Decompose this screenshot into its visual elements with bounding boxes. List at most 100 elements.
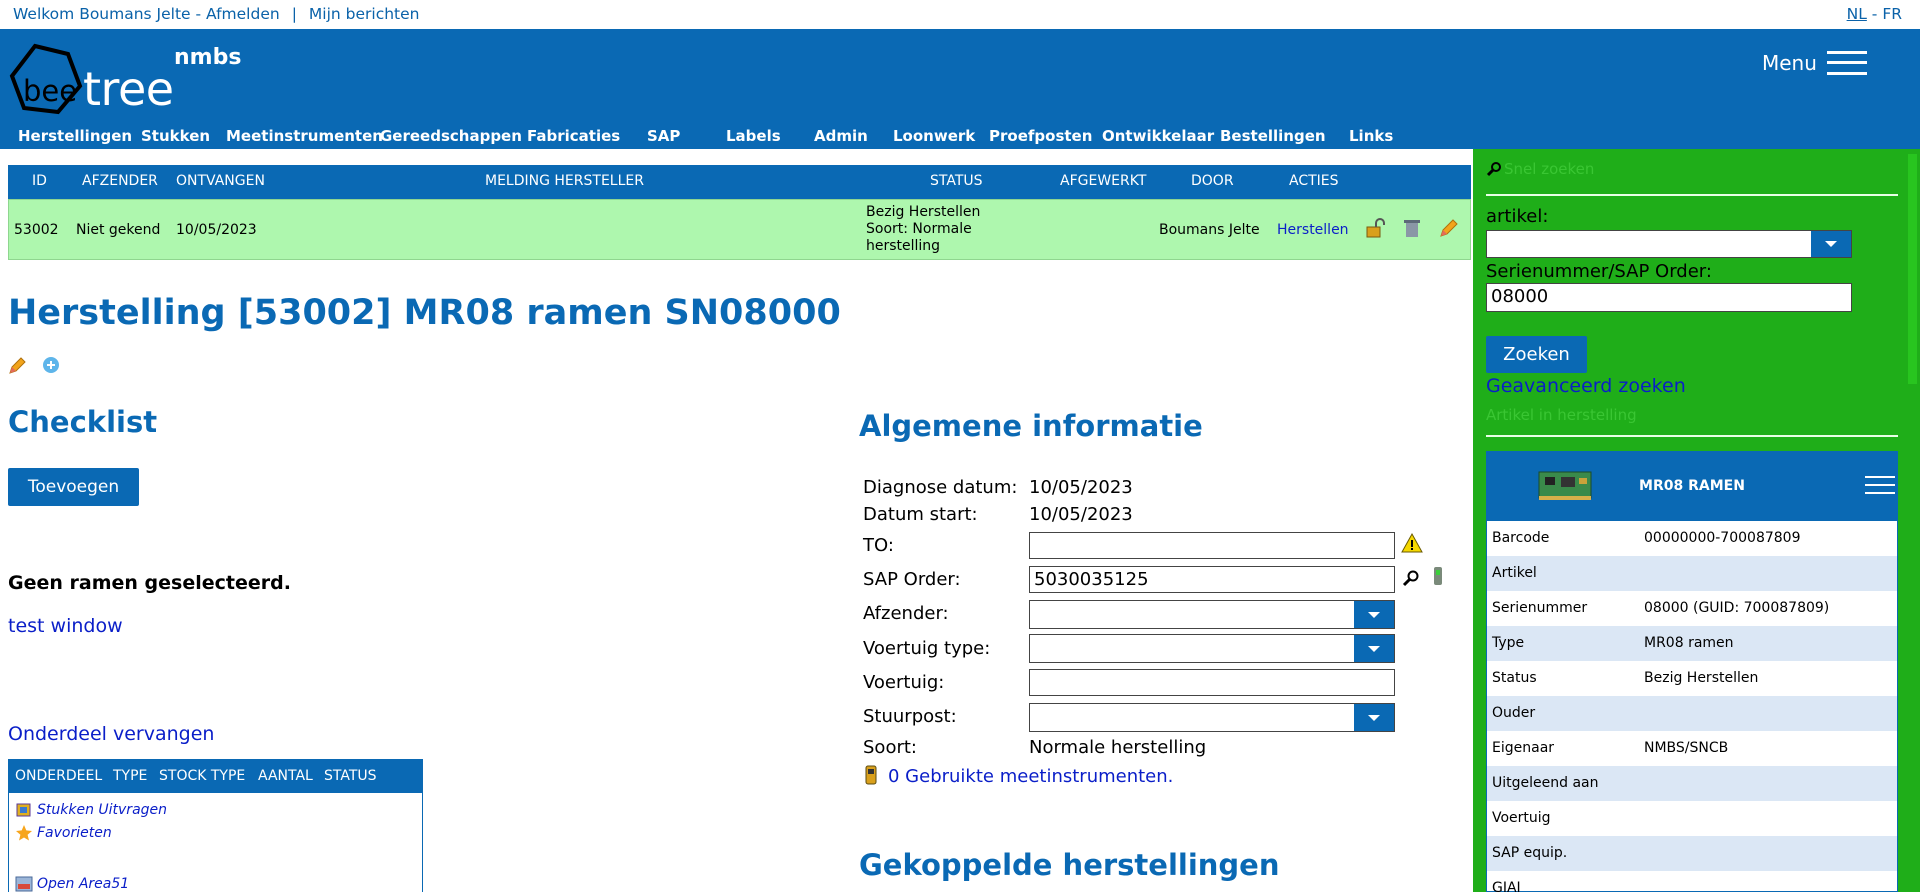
info-value: Bezig Herstellen — [1644, 670, 1759, 686]
toevoegen-button[interactable]: Toevoegen — [8, 468, 139, 506]
info-key: Status — [1492, 670, 1537, 686]
col-onderdeel: ONDERDEEL — [15, 768, 103, 784]
list-item[interactable]: Open Area51 — [15, 875, 129, 892]
info-row-artikel: Artikel — [1487, 556, 1897, 591]
scanner-icon[interactable] — [1431, 565, 1445, 587]
test-window-link[interactable]: test window — [8, 615, 123, 637]
user-links: Welkom Boumans Jelte - Afmelden | Mijn ber… — [13, 5, 420, 23]
nav-item-meetinstrumenten[interactable]: Meetinstrumenten — [226, 127, 383, 145]
warning-icon — [1401, 532, 1423, 553]
table-row: 53002 Niet gekend 10/05/2023 Bezig Herst… — [8, 199, 1471, 260]
geavanceerd-zoeken-link[interactable]: Geavanceerd zoeken — [1486, 375, 1686, 397]
page-title: Herstelling [53002] MR08 ramen SN08000 — [8, 293, 841, 333]
search-icon — [1486, 162, 1501, 177]
card-header: MR08 RAMEN — [1487, 452, 1897, 521]
unlock-icon[interactable] — [1364, 217, 1386, 239]
info-key: GIAI — [1492, 880, 1521, 892]
voertuig-input[interactable] — [1029, 669, 1395, 696]
col-stock-type: STOCK TYPE — [159, 768, 246, 784]
star-icon — [16, 825, 32, 841]
sap-order-label: SAP Order: — [863, 569, 961, 590]
nav-item-loonwerk[interactable]: Loonwerk — [893, 127, 975, 145]
info-row-ouder: Ouder — [1487, 696, 1897, 731]
to-input[interactable] — [1029, 532, 1395, 559]
onderdeel-vervangen-link[interactable]: Onderdeel vervangen — [8, 723, 214, 745]
meter-icon — [865, 765, 877, 785]
top-bar: Welkom Boumans Jelte - Afmelden | Mijn ber… — [0, 0, 1920, 29]
info-key: Artikel — [1492, 565, 1537, 581]
serienummer-input[interactable]: 08000 — [1486, 283, 1852, 312]
serienummer-label: Serienummer/SAP Order: — [1486, 261, 1712, 282]
voertuig-type-select[interactable] — [1029, 634, 1395, 663]
checklist-heading: Checklist — [8, 405, 158, 439]
language-switch: NL - FR — [1847, 5, 1902, 23]
artikel-select[interactable] — [1486, 230, 1852, 258]
messages-link[interactable]: Mijn berichten — [309, 5, 420, 23]
info-key: Serienummer — [1492, 600, 1588, 616]
stuurpost-select[interactable] — [1029, 703, 1395, 732]
card-menu-icon[interactable] — [1865, 474, 1895, 496]
lang-nl-link[interactable]: NL — [1847, 5, 1867, 23]
beetree-logo[interactable]: bee tree nmbs — [8, 42, 248, 122]
main-nav: Herstellingen Stukken Meetinstrumenten G… — [0, 127, 1470, 149]
nav-item-links[interactable]: Links — [1349, 127, 1393, 145]
info-row-status: Status Bezig Herstellen — [1487, 661, 1897, 696]
pencil-icon[interactable] — [1438, 217, 1460, 239]
info-value: NMBS/SNCB — [1644, 740, 1729, 756]
col-status: STATUS — [930, 173, 983, 189]
info-row-uitgeleend: Uitgeleend aan — [1487, 766, 1897, 801]
nav-item-bestellingen[interactable]: Bestellingen — [1220, 127, 1326, 145]
chevron-down-icon — [1354, 635, 1394, 662]
nav-item-sap[interactable]: SAP — [647, 127, 680, 145]
meetinstrumenten-link[interactable]: 0 Gebruikte meetinstrumenten. — [888, 766, 1173, 787]
search-icon[interactable] — [1402, 569, 1420, 587]
logo-nmbs-text: nmbs — [174, 45, 242, 70]
col-ontvangen: ONTVANGEN — [176, 173, 265, 189]
onderdeel-table-header: ONDERDEEL TYPE STOCK TYPE AANTAL STATUS — [8, 759, 423, 793]
info-value: 00000000-700087809 — [1644, 530, 1801, 546]
algemene-heading: Algemene informatie — [859, 409, 1203, 443]
start-label: Datum start: — [863, 504, 978, 525]
trash-icon[interactable] — [1401, 217, 1423, 239]
welcome-logout-link[interactable]: Welkom Boumans Jelte - Afmelden — [13, 5, 280, 23]
menu-button[interactable]: Menu — [1762, 46, 1867, 80]
nav-item-ontwikkelaar[interactable]: Ontwikkelaar — [1102, 127, 1214, 145]
voertuig-type-label: Voertuig type: — [863, 638, 991, 659]
info-key: Eigenaar — [1492, 740, 1555, 756]
nav-item-stukken[interactable]: Stukken — [141, 127, 210, 145]
nav-item-proefposten[interactable]: Proefposten — [989, 127, 1092, 145]
nav-item-gereedschappen[interactable]: Gereedschappen — [380, 127, 522, 145]
start-value: 10/05/2023 — [1029, 504, 1133, 525]
sidebar-scrollbar[interactable] — [1905, 149, 1920, 892]
quick-search[interactable]: Snel zoeken — [1486, 160, 1594, 178]
col-melding: MELDING HERSTELLER — [485, 173, 644, 189]
nav-item-herstellingen[interactable]: Herstellingen — [18, 127, 132, 145]
lang-fr-link[interactable]: FR — [1882, 5, 1902, 23]
row-status-line1: Bezig Herstellen — [866, 204, 981, 220]
info-key: Voertuig — [1492, 810, 1551, 826]
afzender-select[interactable] — [1029, 600, 1395, 629]
col-door: DOOR — [1191, 173, 1234, 189]
nav-item-labels[interactable]: Labels — [726, 127, 781, 145]
col-id: ID — [32, 173, 47, 189]
parts-icon — [16, 803, 31, 817]
header: bee tree nmbs Menu Herstellingen Stukken… — [0, 29, 1920, 149]
info-row-barcode: Barcode 00000000-700087809 — [1487, 521, 1897, 556]
list-item[interactable]: Stukken Uitvragen — [15, 801, 167, 819]
open-area51-link: Open Area51 — [37, 876, 130, 892]
col-afgewerkt: AFGEWERKT — [1060, 173, 1147, 189]
add-circle-icon[interactable] — [41, 355, 61, 375]
zoeken-button[interactable]: Zoeken — [1486, 336, 1587, 373]
sap-order-input[interactable]: 5030035125 — [1029, 566, 1395, 593]
edit-pencil-icon[interactable] — [8, 355, 28, 375]
nav-item-fabricaties[interactable]: Fabricaties — [527, 127, 620, 145]
area-icon — [15, 876, 33, 892]
herstellen-link[interactable]: Herstellen — [1277, 222, 1349, 238]
list-item[interactable]: Favorieten — [15, 824, 112, 842]
soort-value: Normale herstelling — [1029, 737, 1207, 758]
artikel-in-herstelling-link[interactable]: Artikel in herstelling — [1486, 406, 1637, 424]
col-type: TYPE — [113, 768, 148, 784]
voertuig-label: Voertuig: — [863, 672, 945, 693]
nav-item-admin[interactable]: Admin — [814, 127, 868, 145]
scrollbar-thumb[interactable] — [1908, 154, 1917, 384]
